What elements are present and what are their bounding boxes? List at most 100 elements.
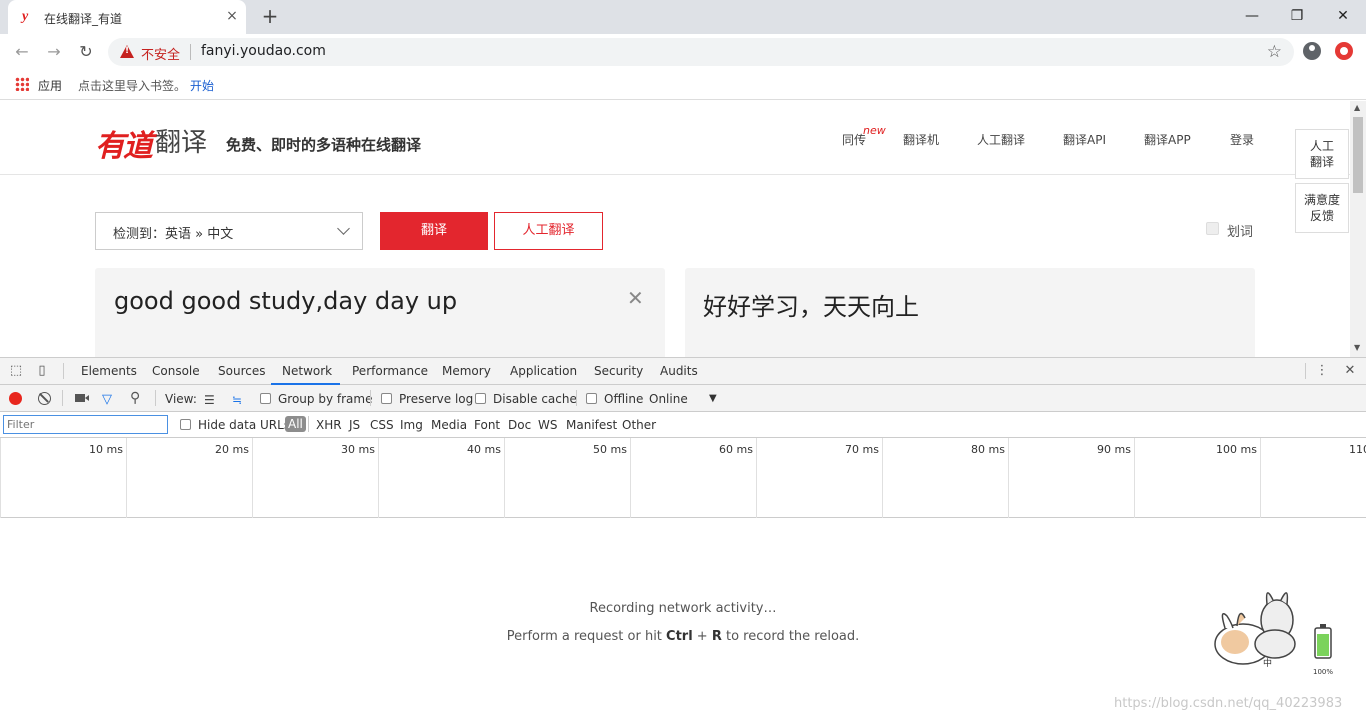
timeline-tick-label: 20 ms [215,443,249,456]
side-human-translation-button[interactable]: 人工 翻译 [1295,129,1349,179]
window-close-button[interactable]: ✕ [1320,4,1366,28]
device-toolbar-icon[interactable]: ▯ [35,364,49,378]
offline-label[interactable]: Offline [604,392,643,406]
filterbar-divider [308,416,309,432]
type-filter-ws[interactable]: WS [538,418,557,432]
devtools-menu-icon[interactable]: ⋮ [1315,364,1329,378]
tab-audits[interactable]: Audits [659,358,699,385]
tab-close-icon[interactable]: × [224,8,240,24]
disable-cache-checkbox[interactable] [475,393,486,404]
record-button-icon[interactable] [9,392,22,405]
tab-sources[interactable]: Sources [217,358,266,385]
type-filter-font[interactable]: Font [474,418,500,432]
huaci-checkbox[interactable] [1206,222,1219,235]
new-tab-button[interactable]: + [258,5,282,29]
inspect-element-icon[interactable]: ⬚ [9,364,23,378]
timeline-column: 70 ms [756,438,882,518]
fanyi-logo-text[interactable]: 翻译 [155,122,207,159]
hide-data-urls-label[interactable]: Hide data URLs [198,418,290,432]
tab-performance[interactable]: Performance [351,358,429,385]
language-select-value: 检测到：英语 » 中文 [113,227,234,242]
record-hint-prefix: Perform a request or hit [506,629,667,644]
tab-network[interactable]: Network [271,358,340,385]
throttling-dropdown-icon[interactable]: ▼ [709,393,717,404]
translation-result-text: 好好学习，天天向上 [703,293,919,321]
browser-tab[interactable]: y 在线翻译_有道 × [8,0,246,34]
back-button[interactable]: ← [10,40,34,64]
timeline-column: 110 [1260,438,1366,518]
toolbar-divider [62,390,63,406]
tab-console[interactable]: Console [151,358,201,385]
large-rows-icon[interactable]: ☰ [204,393,215,407]
side-feedback-button[interactable]: 满意度 反馈 [1295,183,1349,233]
apps-label[interactable]: 应用 [38,77,62,94]
address-bar[interactable]: 不安全 fanyi.youdao.com ☆ [108,38,1294,66]
nav-human-translation[interactable]: 人工翻译 [977,131,1025,148]
timeline-column: 90 ms [1008,438,1134,518]
url-text[interactable]: fanyi.youdao.com [201,43,326,59]
overview-waterfall-icon[interactable]: ≒ [232,393,242,407]
tab-memory[interactable]: Memory [441,358,492,385]
tab-elements[interactable]: Elements [80,358,138,385]
language-select[interactable]: 检测到：英语 » 中文 [95,212,363,250]
scroll-up-arrow-icon[interactable]: ▲ [1354,104,1362,112]
network-filterbar: Hide data URLs All XHR JS CSS Img Media … [0,412,1366,438]
page-content: 有道 翻译 免费、即时的多语种在线翻译 同传 new 翻译机 人工翻译 翻译AP… [0,101,1350,357]
bookmark-start-link[interactable]: 开始 [190,77,214,94]
youdao-logo[interactable]: 有道 [95,121,153,165]
warning-icon[interactable] [120,45,134,58]
filter-funnel-icon[interactable]: ▽ [102,392,112,407]
scrollbar-thumb[interactable] [1353,117,1363,193]
type-filter-other[interactable]: Other [622,418,656,432]
search-icon[interactable]: ⚲ [130,390,140,406]
clear-log-icon[interactable] [38,392,51,405]
type-filter-manifest[interactable]: Manifest [566,418,617,432]
nav-translate-api[interactable]: 翻译API [1063,131,1106,148]
side-button-line: 满意度 [1303,193,1340,207]
huaci-label[interactable]: 划词 [1227,221,1253,240]
type-filter-media[interactable]: Media [431,418,467,432]
translate-button[interactable]: 翻译 [380,212,488,250]
forward-button[interactable]: → [42,40,66,64]
source-text-area[interactable]: good good study,day day up ✕ [95,268,665,357]
devtools-close-icon[interactable]: ✕ [1343,364,1357,378]
reload-button[interactable]: ↻ [74,40,98,64]
source-text[interactable]: good good study,day day up [114,287,457,315]
human-translate-button[interactable]: 人工翻译 [494,212,603,250]
network-overview-timeline[interactable]: 10 ms 20 ms 30 ms 40 ms 50 ms 60 ms 70 ms 80 ms… [0,438,1366,518]
bookmark-import-hint: 点击这里导入书签。 [78,79,187,93]
type-filter-all[interactable]: All [285,416,306,432]
scroll-down-arrow-icon[interactable]: ▼ [1354,344,1362,352]
capture-screenshots-icon[interactable] [75,394,85,402]
page-scrollbar[interactable]: ▲ ▼ [1350,101,1366,357]
filter-input[interactable] [3,415,168,434]
tab-application[interactable]: Application [509,358,578,385]
throttling-select[interactable]: Online [649,392,688,406]
type-filter-img[interactable]: Img [400,418,423,432]
type-filter-xhr[interactable]: XHR [316,418,342,432]
clear-input-icon[interactable]: ✕ [627,286,644,310]
minimize-button[interactable]: — [1229,4,1275,28]
type-filter-doc[interactable]: Doc [508,418,531,432]
restore-button[interactable]: ❐ [1274,4,1320,28]
nav-login[interactable]: 登录 [1230,131,1254,148]
extension-icon[interactable] [1335,42,1353,60]
nav-translate-app[interactable]: 翻译APP [1144,131,1191,148]
group-by-frame-label[interactable]: Group by frame [278,392,372,406]
preserve-log-checkbox[interactable] [381,393,392,404]
site-header: 有道 翻译 免费、即时的多语种在线翻译 同传 new 翻译机 人工翻译 翻译AP… [0,101,1350,175]
nav-translator-device[interactable]: 翻译机 [903,131,939,148]
security-status[interactable]: 不安全 [141,44,180,63]
type-filter-js[interactable]: JS [349,418,360,432]
hide-data-urls-checkbox[interactable] [180,419,191,430]
tab-security[interactable]: Security [593,358,644,385]
type-filter-css[interactable]: CSS [370,418,394,432]
preserve-log-label[interactable]: Preserve log [399,392,473,406]
timeline-column: 40 ms [378,438,504,518]
group-by-frame-checkbox[interactable] [260,393,271,404]
account-icon[interactable] [1303,42,1321,60]
offline-checkbox[interactable] [586,393,597,404]
bookmark-star-icon[interactable]: ☆ [1267,42,1282,62]
apps-grid-icon[interactable] [15,77,29,91]
disable-cache-label[interactable]: Disable cache [493,392,577,406]
